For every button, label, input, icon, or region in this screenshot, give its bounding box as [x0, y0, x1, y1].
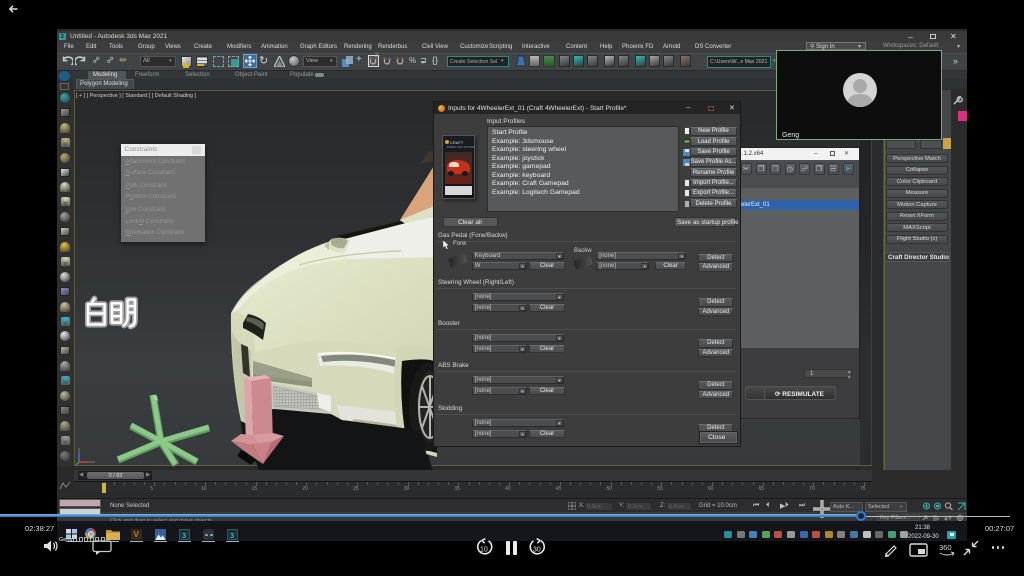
svg-text:30: 30 — [533, 547, 541, 554]
svg-text:360: 360 — [939, 543, 952, 552]
svg-text:10: 10 — [480, 547, 488, 554]
